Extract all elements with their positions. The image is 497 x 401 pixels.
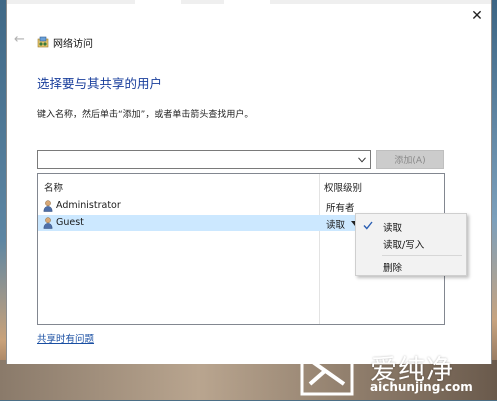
column-header-permission[interactable]: 权限级别 [324,180,362,194]
close-icon: ✕ [471,8,483,24]
menu-item-label: 读取 [383,223,403,234]
table-row[interactable]: Administrator 所有者 [38,198,444,214]
column-divider [319,174,320,324]
help-link[interactable]: 共享时有问题 [37,331,94,345]
permission-level: 所有者 [326,203,355,214]
menu-item-remove[interactable]: 删除 [356,258,466,274]
permission-context-menu: 读取 读取/写入 删除 [355,213,467,276]
column-header-name[interactable]: 名称 [44,180,63,194]
window-title-bar: 网络访问 [37,35,93,50]
menu-item-label: 读取/写入 [383,240,425,251]
network-share-icon [37,36,49,48]
add-button[interactable]: 添加(A) [376,150,444,169]
top-tab-strip [7,0,491,4]
chevron-down-icon[interactable] [357,154,367,166]
network-access-dialog: ✕ ← 网络访问 选择要与其共享的用户 键入名称，然后单击“添加”，或者单击箭头… [6,0,492,364]
page-heading: 选择要与其共享的用户 [37,76,163,91]
menu-item-read-write[interactable]: 读取/写入 [356,235,466,251]
user-name: Administrator [56,200,121,211]
instructions-text: 键入名称，然后单击“添加”，或者单击箭头查找用户。 [37,110,254,120]
user-name: Guest [56,217,84,228]
user-icon [43,217,53,229]
close-button[interactable]: ✕ [469,8,485,24]
back-arrow-icon: ← [14,32,25,47]
check-icon [363,221,373,233]
menu-item-read[interactable]: 读取 [356,218,466,234]
menu-separator [382,255,462,256]
user-icon [43,200,53,212]
user-name-combobox[interactable] [37,150,371,169]
watermark-url-text: aichunjing.com [370,380,473,394]
permission-level[interactable]: 读取 [326,217,345,231]
menu-item-label: 删除 [383,263,403,274]
watermark-logo-icon [298,346,356,398]
watermark: 爱纯净 aichunjing.com [298,346,494,398]
list-header: 名称 权限级别 [38,174,444,194]
window-title: 网络访问 [53,38,93,50]
back-button[interactable]: ← [14,33,28,47]
